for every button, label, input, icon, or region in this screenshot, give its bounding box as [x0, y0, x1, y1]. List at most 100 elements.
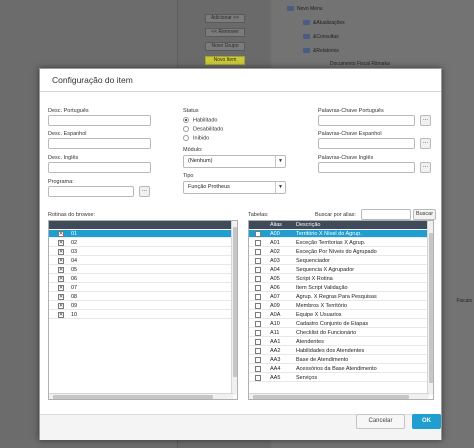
tabela-row[interactable]: A07 Agrup. X Regras Para Pesquisas — [249, 293, 428, 301]
kw-en-input[interactable] — [318, 162, 415, 173]
checkbox[interactable]: ✕ — [58, 312, 64, 318]
checkbox[interactable]: ✕ — [58, 285, 64, 291]
search-button[interactable]: Buscar — [413, 209, 436, 220]
rotina-row[interactable]: ✕ 10 — [49, 311, 232, 319]
checkbox[interactable] — [255, 267, 261, 273]
checkbox[interactable] — [255, 294, 261, 300]
checkbox[interactable]: ✕ — [58, 240, 64, 246]
checkbox[interactable]: ✕ — [58, 249, 64, 255]
rotina-row[interactable]: ✕ 07 — [49, 284, 232, 292]
kw-es-lookup-button[interactable]: ... — [420, 138, 431, 149]
tabela-descricao: Serviços — [296, 375, 318, 381]
tabela-row[interactable]: AA3 Base de Atendimento — [249, 356, 428, 364]
checkbox[interactable] — [255, 249, 261, 255]
tabela-row[interactable]: A00 Território X Nível do Agrup. — [249, 230, 428, 238]
radio-label: Inibido — [193, 135, 210, 142]
checkbox[interactable] — [255, 357, 261, 363]
tree-root[interactable]: Novo Menu — [287, 6, 323, 12]
remove-button[interactable]: << Remover — [205, 28, 245, 37]
rotina-row[interactable]: ✕ 02 — [49, 239, 232, 247]
tabela-alias: A0A — [270, 312, 281, 318]
checkbox[interactable] — [255, 375, 261, 381]
checkbox[interactable]: ✕ — [58, 267, 64, 273]
tabela-row[interactable]: A05 Script X Rotina — [249, 275, 428, 283]
rotina-row[interactable]: ✕ 08 — [49, 293, 232, 301]
tree-item-consultas[interactable]: &Consultas — [303, 34, 339, 40]
scroll-thumb[interactable] — [53, 395, 213, 399]
checkbox[interactable]: ✕ — [58, 276, 64, 282]
checkbox[interactable] — [255, 348, 261, 354]
rotina-row[interactable]: ✕ 06 — [49, 275, 232, 283]
checkbox[interactable] — [255, 276, 261, 282]
tabela-row[interactable]: A09 Membros X Território — [249, 302, 428, 310]
scroll-thumb[interactable] — [253, 395, 409, 399]
tabela-row[interactable]: AA2 Habilidades dos Atendentes — [249, 347, 428, 355]
desc-en-input[interactable] — [48, 162, 151, 173]
rotinas-vertical-scrollbar[interactable] — [231, 221, 237, 395]
rotina-row[interactable]: ✕ 05 — [49, 266, 232, 274]
modulo-select[interactable]: (Nenhum) ▼ — [183, 155, 286, 168]
tree-item-documento-fiscal[interactable]: Documento Fiscal Ritmaka — [330, 61, 390, 67]
tabela-row[interactable]: A04 Sequencia X Agrupador — [249, 266, 428, 274]
kw-pt-input[interactable] — [318, 115, 415, 126]
tabela-row[interactable]: A0A Equipe X Usuarios — [249, 311, 428, 319]
checkbox[interactable]: ✕ — [58, 231, 64, 237]
desc-es-input[interactable] — [48, 138, 151, 149]
alias-search-input[interactable] — [361, 209, 411, 220]
tabelas-horizontal-scrollbar[interactable] — [249, 393, 429, 399]
status-inibido[interactable]: Inibido — [183, 135, 209, 141]
tabela-row[interactable]: A06 Item Script Validação — [249, 284, 428, 292]
checkbox[interactable]: ✕ — [58, 294, 64, 300]
checkbox[interactable] — [255, 231, 261, 237]
rotina-row[interactable]: ✕ 04 — [49, 257, 232, 265]
scroll-thumb[interactable] — [233, 227, 237, 377]
rotinas-horizontal-scrollbar[interactable] — [49, 393, 233, 399]
tabela-alias: A02 — [270, 249, 280, 255]
tabela-row[interactable]: A02 Exceção Por Níveis do Agrupado — [249, 248, 428, 256]
tabela-row[interactable]: A03 Sequenciador — [249, 257, 428, 265]
kw-es-input[interactable] — [318, 138, 415, 149]
scroll-thumb[interactable] — [429, 233, 433, 383]
kw-en-lookup-button[interactable]: ... — [420, 162, 431, 173]
rotina-row[interactable]: ✕ 09 — [49, 302, 232, 310]
checkbox[interactable] — [255, 258, 261, 264]
rotinas-grid[interactable]: ✕ 01 ✕ 02 ✕ 03 ✕ 04 ✕ 05 ✕ 06 ✕ 07 ✕ 08 ✕ 09 ✕ 10 — [48, 220, 238, 400]
tree-item-atualizacoes[interactable]: &Atualizações — [303, 20, 345, 26]
checkbox[interactable] — [255, 312, 261, 318]
checkbox[interactable] — [255, 303, 261, 309]
new-item-button[interactable]: Novo Item — [205, 56, 245, 65]
checkbox[interactable] — [255, 366, 261, 372]
status-desabilitado[interactable]: Desabilitado — [183, 126, 223, 132]
cancel-button[interactable]: Cancelar — [356, 414, 405, 429]
column-header-descricao[interactable]: Descrição — [296, 221, 320, 229]
tabela-row[interactable]: AA5 Serviços — [249, 374, 428, 382]
tabela-row[interactable]: AA1 Atendentes — [249, 338, 428, 346]
kw-pt-lookup-button[interactable]: ... — [420, 115, 431, 126]
checkbox[interactable] — [255, 339, 261, 345]
programa-input[interactable] — [48, 186, 134, 197]
tabela-row[interactable]: A01 Exceção Territorias X Agrup. — [249, 239, 428, 247]
checkbox[interactable]: ✕ — [58, 258, 64, 264]
tree-item-relatorios[interactable]: &Relatorios — [303, 48, 339, 54]
checkbox[interactable] — [255, 330, 261, 336]
radio-label: Desabilitado — [193, 126, 224, 133]
add-button[interactable]: Adicionar >> — [205, 14, 245, 23]
programa-lookup-button[interactable]: ... — [139, 186, 150, 197]
checkbox[interactable] — [255, 240, 261, 246]
rotina-row[interactable]: ✕ 01 — [49, 230, 232, 238]
tabelas-grid[interactable]: Alias Descrição A00 Território X Nível do… — [248, 220, 434, 400]
checkbox[interactable] — [255, 321, 261, 327]
tabela-row[interactable]: A10 Cadastro Conjunto de Etapas — [249, 320, 428, 328]
ok-button[interactable]: OK — [412, 414, 441, 429]
tabelas-vertical-scrollbar[interactable] — [427, 221, 433, 395]
tipo-select[interactable]: Função Protheus ▼ — [183, 181, 286, 194]
rotina-row[interactable]: ✕ 03 — [49, 248, 232, 256]
desc-pt-input[interactable] — [48, 115, 151, 126]
tabela-row[interactable]: A11 Checklist do Funcionário — [249, 329, 428, 337]
checkbox[interactable] — [255, 285, 261, 291]
tabela-row[interactable]: AA4 Acessórios da Base Atendimento — [249, 365, 428, 373]
checkbox[interactable]: ✕ — [58, 303, 64, 309]
new-group-button[interactable]: Novo Grupo — [205, 42, 245, 51]
column-header-alias[interactable]: Alias — [270, 221, 282, 229]
status-habilitado[interactable]: Habilitado — [183, 117, 217, 123]
